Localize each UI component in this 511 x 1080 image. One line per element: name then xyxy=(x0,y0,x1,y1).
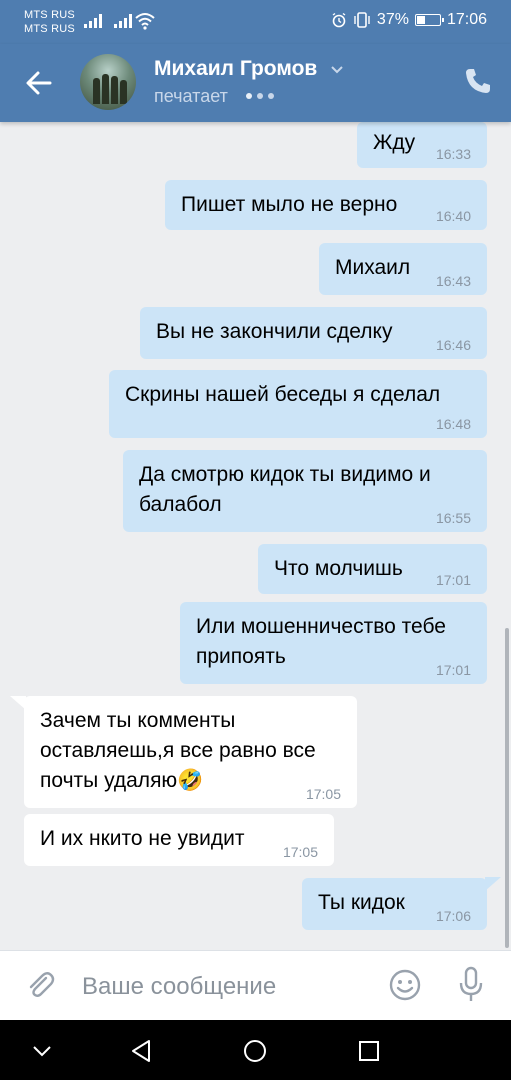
message-time: 17:05 xyxy=(282,844,318,860)
message-bubble-outgoing[interactable]: Или мошенничество тебе припоять 17:01 xyxy=(180,602,487,684)
message-bubble-outgoing[interactable]: Михаил 16:43 xyxy=(319,243,487,295)
outgoing-bubble-tail xyxy=(485,877,501,891)
message-bubble-outgoing[interactable]: Жду 16:33 xyxy=(357,122,487,168)
message-list[interactable]: Жду 16:33 Пишет мыло не верно 16:40 Миха… xyxy=(0,122,511,950)
attach-icon[interactable] xyxy=(24,969,58,1003)
message-bubble-outgoing[interactable]: Скрины нашей беседы я сделал 16:48 xyxy=(109,370,487,438)
carrier-2: MTS RUS xyxy=(24,23,75,35)
message-line: припоять xyxy=(196,645,286,668)
emoji-icon[interactable] xyxy=(388,968,422,1002)
message-text: Ты кидок xyxy=(318,891,405,914)
signal-2-icon xyxy=(114,12,132,28)
typing-status: печатает xyxy=(154,86,228,106)
contact-name[interactable]: Михаил Громов xyxy=(154,57,317,81)
scrollbar[interactable] xyxy=(505,628,509,948)
avatar[interactable] xyxy=(80,54,136,110)
message-line: Зачем ты комменты xyxy=(40,709,236,732)
message-time: 17:06 xyxy=(435,908,471,924)
message-text: И их нкито не увидит xyxy=(40,827,245,850)
message-text: Михаил xyxy=(335,256,411,279)
carrier-1: MTS RUS xyxy=(24,9,75,21)
message-text: Вы не закончили сделку xyxy=(156,320,393,343)
recents-square-icon[interactable] xyxy=(355,1037,383,1065)
message-time: 16:55 xyxy=(435,510,471,526)
alarm-icon xyxy=(332,12,346,28)
message-input[interactable]: Ваше сообщение xyxy=(82,973,276,1001)
message-text: Или мошенничество тебе припоять xyxy=(196,612,446,672)
typing-dots-icon xyxy=(246,93,274,99)
battery-percent: 37% xyxy=(376,11,409,28)
message-line: Да смотрю кидок ты видимо и xyxy=(139,463,431,486)
rofl-emoji-icon: 🤣 xyxy=(177,769,204,792)
message-time: 16:33 xyxy=(435,146,471,162)
message-text: Зачем ты комменты оставляешь,я все равно… xyxy=(40,706,316,796)
back-arrow-icon[interactable] xyxy=(22,66,56,100)
message-line: оставляешь,я все равно все xyxy=(40,739,316,762)
message-bubble-outgoing[interactable]: Что молчишь 17:01 xyxy=(258,544,487,594)
chevron-down-icon[interactable] xyxy=(330,62,344,76)
message-time: 17:01 xyxy=(435,662,471,678)
message-text: Скрины нашей беседы я сделал xyxy=(125,383,441,406)
message-text: Жду xyxy=(373,131,416,154)
message-text: Пишет мыло не верно xyxy=(181,193,398,216)
message-line: балабол xyxy=(139,493,222,516)
message-time: 16:48 xyxy=(435,416,471,432)
message-text: Да смотрю кидок ты видимо и балабол xyxy=(139,460,431,520)
back-triangle-icon[interactable] xyxy=(127,1037,155,1065)
status-bar: MTS RUS MTS RUS 37% 17:06 xyxy=(0,0,511,44)
carrier-labels: MTS RUS MTS RUS xyxy=(24,8,75,36)
message-time: 16:40 xyxy=(435,208,471,224)
phone-icon[interactable] xyxy=(463,66,493,96)
message-line: Или мошенничество тебе xyxy=(196,615,446,638)
battery-icon xyxy=(414,14,444,26)
message-bubble-incoming[interactable]: И их нкито не увидит 17:05 xyxy=(24,814,334,866)
message-line-text: почты удаляю xyxy=(40,769,178,792)
message-bubble-incoming[interactable]: Зачем ты комменты оставляешь,я все равно… xyxy=(24,696,357,808)
message-time: 16:43 xyxy=(435,273,471,289)
compose-bar: Ваше сообщение xyxy=(0,950,511,1020)
message-bubble-outgoing[interactable]: Да смотрю кидок ты видимо и балабол 16:5… xyxy=(123,450,487,532)
hide-keyboard-icon[interactable] xyxy=(28,1037,56,1065)
microphone-icon[interactable] xyxy=(456,965,486,1005)
wifi-icon xyxy=(135,13,155,30)
signal-1-icon xyxy=(84,12,102,28)
chat-header: Михаил Громов печатает xyxy=(0,44,511,122)
vibrate-icon xyxy=(354,12,370,28)
message-time: 16:46 xyxy=(435,337,471,353)
clock: 17:06 xyxy=(446,11,487,28)
message-bubble-outgoing[interactable]: Ты кидок 17:06 xyxy=(302,878,487,930)
message-time: 17:05 xyxy=(305,786,341,802)
message-line: почты удаляю🤣 xyxy=(40,766,316,796)
message-time: 17:01 xyxy=(435,572,471,588)
home-circle-icon[interactable] xyxy=(241,1037,269,1065)
message-bubble-outgoing[interactable]: Вы не закончили сделку 16:46 xyxy=(140,307,487,359)
message-bubble-outgoing[interactable]: Пишет мыло не верно 16:40 xyxy=(165,180,487,230)
status-right: 37% 17:06 xyxy=(331,11,487,29)
incoming-bubble-tail xyxy=(10,696,26,710)
navigation-bar xyxy=(0,1020,511,1080)
message-text: Что молчишь xyxy=(274,557,403,580)
